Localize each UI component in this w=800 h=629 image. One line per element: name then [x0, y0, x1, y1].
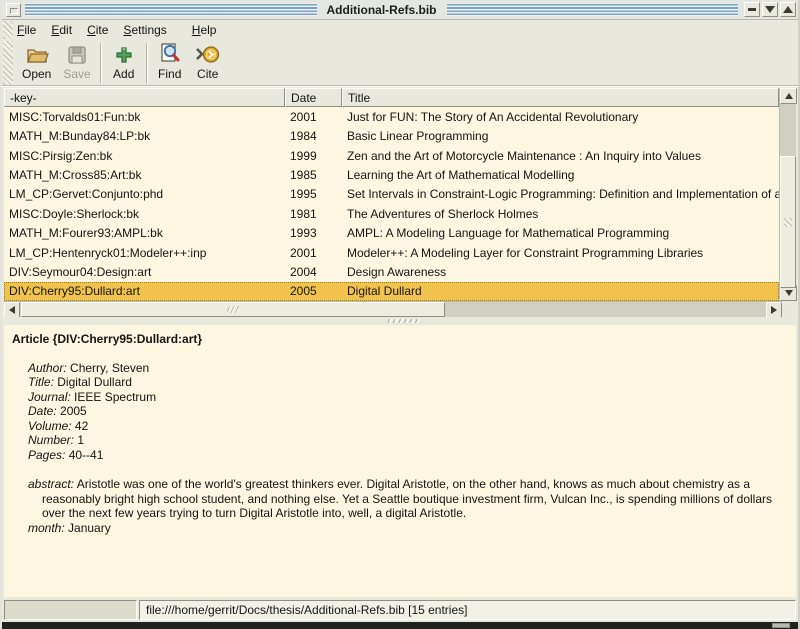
status-progress-box	[4, 600, 137, 620]
open-folder-icon	[25, 44, 49, 66]
status-bar: file:///home/gerrit/Docs/thesis/Addition…	[2, 597, 798, 622]
menubar: File Edit Cite Settings Help	[2, 20, 798, 40]
menu-file[interactable]: File	[16, 21, 37, 39]
reference-list: -key- Date Title MISC:Torvalds01:Fun:bk2…	[4, 88, 796, 301]
column-header-title[interactable]: Title	[342, 88, 779, 107]
table-header-row: -key- Date Title	[4, 88, 779, 107]
scroll-left-button[interactable]	[4, 302, 20, 318]
find-magnifier-icon	[159, 42, 181, 66]
toolbar: Open Save Add	[2, 40, 798, 87]
save-label: Save	[63, 67, 90, 81]
field-author: Author: Cherry, Steven	[28, 361, 796, 376]
field-volume: Volume: 42	[28, 419, 796, 434]
titlebar-stripes-right	[447, 3, 739, 16]
cite-button[interactable]: Cite	[190, 41, 226, 85]
menu-edit[interactable]: Edit	[50, 21, 73, 39]
field-pages: Pages: 40--41	[28, 448, 796, 463]
maximize-button[interactable]	[780, 2, 796, 17]
splitter-grip-icon	[387, 319, 421, 323]
arrow-right-icon	[771, 306, 777, 314]
column-header-date[interactable]: Date	[285, 88, 342, 107]
toolbar-separator	[100, 43, 102, 83]
field-month: month: January	[4, 521, 796, 536]
menubar-grip-handle[interactable]	[3, 21, 13, 39]
vertical-scrollbar-track[interactable]	[780, 104, 796, 285]
field-journal: Journal: IEEE Spectrum	[28, 390, 796, 405]
table-row[interactable]: MATH_M:Bunday84:LP:bk1984Basic Linear Pr…	[4, 126, 779, 145]
pane-splitter[interactable]	[2, 317, 798, 325]
field-number: Number: 1	[28, 433, 796, 448]
field-date: Date: 2005	[28, 404, 796, 419]
horizontal-scrollbar-thumb[interactable]	[21, 302, 445, 317]
window-menu-button[interactable]	[6, 3, 21, 17]
entry-header: Article {DIV:Cherry95:Dullard:art}	[4, 325, 796, 347]
find-label: Find	[158, 67, 181, 81]
entry-detail-panel: Article {DIV:Cherry95:Dullard:art} Autho…	[4, 325, 796, 597]
entry-fields: Author: Cherry, Steven Title: Digital Du…	[4, 347, 796, 463]
minimize-button[interactable]	[744, 2, 760, 17]
table-body: MISC:Torvalds01:Fun:bk2001Just for FUN: …	[4, 107, 779, 301]
table-row[interactable]: DIV:Seymour04:Design:art2004Design Aware…	[4, 262, 779, 281]
scroll-right-button[interactable]	[766, 302, 782, 318]
triangle-up-icon	[783, 6, 793, 13]
app-window: Additional-Refs.bib File Edit Cite Setti…	[0, 0, 800, 629]
window-title: Additional-Refs.bib	[317, 3, 447, 17]
table-row[interactable]: MISC:Doyle:Sherlock:bk1981The Adventures…	[4, 204, 779, 223]
toolbar-grip-handle[interactable]	[3, 41, 13, 85]
table-row[interactable]: LM_CP:Gervet:Conjunto:phd1995Set Interva…	[4, 185, 779, 204]
minimize-icon	[748, 8, 756, 11]
field-title: Title: Digital Dullard	[28, 375, 796, 390]
window-bottom-edge	[2, 622, 798, 629]
thumb-grip-icon	[784, 218, 792, 227]
arrow-down-icon	[785, 290, 793, 296]
triangle-down-icon	[765, 6, 775, 13]
open-label: Open	[22, 67, 51, 81]
add-button[interactable]: Add	[106, 41, 142, 85]
menu-help[interactable]: Help	[191, 21, 218, 39]
table-row[interactable]: MATH_M:Fourer93:AMPL:bk1993AMPL: A Model…	[4, 223, 779, 242]
add-label: Add	[113, 67, 134, 81]
thumb-grip-icon	[227, 306, 239, 313]
scroll-up-button[interactable]	[780, 88, 797, 104]
menu-settings[interactable]: Settings	[122, 21, 167, 39]
arrow-left-icon	[9, 306, 15, 314]
save-floppy-icon	[66, 44, 88, 66]
table-row[interactable]: LM_CP:Hentenryck01:Modeler++:inp2001Mode…	[4, 243, 779, 262]
table-row-selected[interactable]: DIV:Cherry95:Dullard:art2005Digital Dull…	[4, 282, 779, 301]
titlebar-stripes-left	[25, 3, 317, 16]
cite-chevrons-icon	[195, 44, 221, 66]
horizontal-scrollbar[interactable]	[4, 301, 782, 317]
vertical-scrollbar[interactable]	[779, 88, 796, 301]
add-plus-icon	[114, 44, 134, 66]
table-row[interactable]: MATH_M:Cross85:Art:bk1985Learning the Ar…	[4, 165, 779, 184]
table-row[interactable]: MISC:Torvalds01:Fun:bk2001Just for FUN: …	[4, 107, 779, 126]
shade-button[interactable]	[762, 2, 778, 17]
toolbar-separator	[146, 43, 148, 83]
status-message: file:///home/gerrit/Docs/thesis/Addition…	[139, 600, 796, 620]
open-button[interactable]: Open	[17, 41, 56, 85]
cite-label: Cite	[197, 67, 218, 81]
titlebar[interactable]: Additional-Refs.bib	[2, 0, 798, 20]
arrow-up-icon	[785, 93, 793, 99]
table-row[interactable]: MISC:Pirsig:Zen:bk1999Zen and the Art of…	[4, 146, 779, 165]
menu-cite[interactable]: Cite	[86, 21, 109, 39]
find-button[interactable]: Find	[152, 41, 188, 85]
resize-grip-handle[interactable]	[772, 623, 790, 628]
field-abstract: abstract: Aristotle was one of the world…	[4, 462, 796, 521]
save-button[interactable]: Save	[58, 41, 95, 85]
column-header-key[interactable]: -key-	[4, 88, 285, 107]
horizontal-scrollbar-track[interactable]	[20, 302, 766, 317]
vertical-scrollbar-thumb[interactable]	[780, 156, 796, 288]
